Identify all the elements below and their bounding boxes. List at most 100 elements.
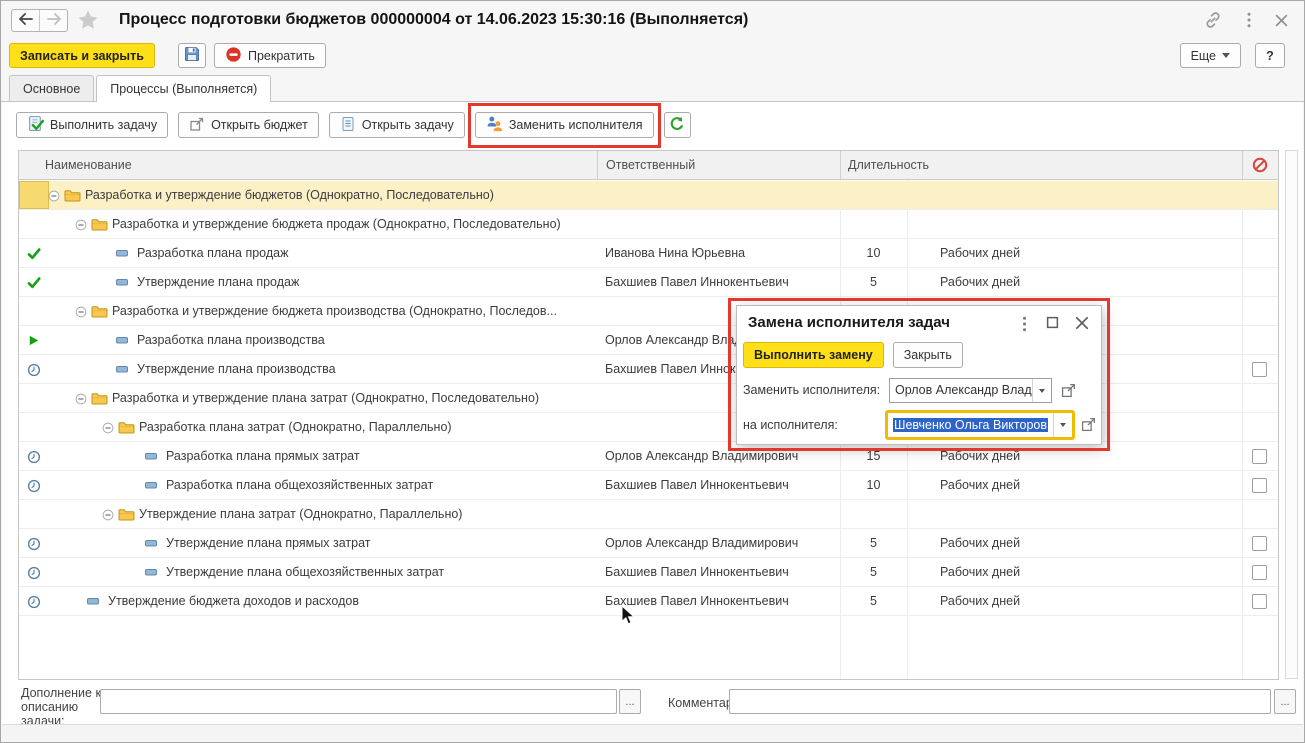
expander-minus-icon[interactable] bbox=[102, 509, 114, 521]
status-waiting-icon bbox=[27, 363, 41, 377]
open-replace-value-icon[interactable] bbox=[1061, 382, 1077, 398]
duration-unit: Рабочих дней bbox=[940, 246, 1021, 260]
duration-value: 10 bbox=[866, 478, 881, 492]
vertical-scrollbar[interactable] bbox=[1285, 150, 1298, 679]
tab-main-label: Основное bbox=[23, 81, 81, 96]
dialog-close-icon[interactable] bbox=[1075, 316, 1089, 330]
duration-unit: Рабочих дней bbox=[940, 275, 1021, 289]
expander-minus-icon[interactable] bbox=[48, 190, 60, 202]
table-row[interactable]: Разработка плана общехозяйственных затра… bbox=[19, 471, 1278, 500]
table-row[interactable]: Разработка и утверждение бюджета продаж … bbox=[19, 210, 1278, 239]
replace-executor-button[interactable]: Заменить исполнителя bbox=[474, 112, 654, 138]
expander-minus-icon[interactable] bbox=[102, 422, 114, 434]
table-row[interactable]: Утверждение плана прямых затрат Орлов Але… bbox=[19, 529, 1278, 558]
expander-minus-icon[interactable] bbox=[75, 306, 87, 318]
duration-unit: Рабочих дней bbox=[940, 449, 1021, 463]
table-row[interactable]: Утверждение плана продаж Бахшиев Павел Ин… bbox=[19, 268, 1278, 297]
column-header-duration[interactable]: Длительность bbox=[848, 151, 929, 179]
table-row[interactable]: Утверждение плана общехозяйственных затр… bbox=[19, 558, 1278, 587]
duration-value: 5 bbox=[870, 275, 877, 289]
tab-main[interactable]: Основное bbox=[9, 75, 95, 101]
task-dash-icon bbox=[145, 482, 157, 489]
open-task-button[interactable]: Открыть задачу bbox=[328, 112, 465, 138]
more-button[interactable]: Еще bbox=[1179, 43, 1241, 68]
forward-button[interactable] bbox=[39, 10, 67, 31]
tab-processes-label: Процессы (Выполняется) bbox=[110, 82, 258, 96]
open-budget-icon bbox=[189, 116, 205, 135]
folder-icon bbox=[118, 508, 135, 521]
execute-replace-button[interactable]: Выполнить замену bbox=[743, 342, 884, 368]
table-row[interactable]: Разработка плана прямых затрат Орлов Алек… bbox=[19, 442, 1278, 471]
row-checkbox[interactable] bbox=[1252, 449, 1267, 464]
prohibited-icon bbox=[1252, 157, 1268, 173]
row-checkbox[interactable] bbox=[1252, 362, 1267, 377]
expander-minus-icon[interactable] bbox=[75, 393, 87, 405]
open-to-value-icon[interactable] bbox=[1081, 416, 1097, 432]
more-caret-icon bbox=[1222, 53, 1230, 58]
addition-input[interactable] bbox=[100, 689, 617, 714]
row-checkbox[interactable] bbox=[1252, 594, 1267, 609]
group-name: Разработка и утверждение бюджета произво… bbox=[112, 304, 557, 318]
responsible: Иванова Нина Юрьевна bbox=[605, 246, 746, 260]
folder-icon bbox=[91, 218, 108, 231]
row-checkbox[interactable] bbox=[1252, 478, 1267, 493]
table-row[interactable]: Утверждение плана затрат (Однократно, Па… bbox=[19, 500, 1278, 529]
table-row[interactable]: Разработка плана продаж Иванова Нина Юрье… bbox=[19, 239, 1278, 268]
row-checkbox[interactable] bbox=[1252, 565, 1267, 580]
to-executor-combo[interactable]: Шевченко Ольга Викторов bbox=[885, 410, 1075, 440]
folder-icon bbox=[118, 421, 135, 434]
replace-executor-value: Орлов Александр Владим bbox=[895, 383, 1033, 397]
task-name: Разработка плана производства bbox=[137, 333, 325, 347]
open-budget-button[interactable]: Открыть бюджет bbox=[178, 112, 319, 138]
addition-more-button[interactable]: ... bbox=[619, 689, 641, 714]
task-dash-icon bbox=[145, 569, 157, 576]
execute-task-label: Выполнить задачу bbox=[50, 118, 158, 132]
dialog-kebab-menu-icon[interactable] bbox=[1021, 316, 1027, 332]
column-header-responsible[interactable]: Ответственный bbox=[606, 151, 695, 179]
stop-icon bbox=[225, 46, 242, 66]
table-row[interactable]: Разработка и утверждение бюджетов (Однок… bbox=[19, 181, 1278, 210]
table-row[interactable]: Утверждение бюджета доходов и расходов Ба… bbox=[19, 587, 1278, 616]
execute-task-button[interactable]: Выполнить задачу bbox=[16, 112, 169, 138]
dropdown-caret-icon[interactable] bbox=[1053, 413, 1072, 437]
expander-minus-icon[interactable] bbox=[75, 219, 87, 231]
save-and-close-button[interactable]: Записать и закрыть bbox=[9, 43, 155, 68]
window-close-icon[interactable] bbox=[1275, 14, 1288, 27]
task-name: Утверждение плана прямых затрат bbox=[166, 536, 371, 550]
replace-executor-dialog: Замена исполнителя задач Выполнить замен… bbox=[736, 305, 1102, 445]
task-name: Разработка плана прямых затрат bbox=[166, 449, 360, 463]
row-checkbox[interactable] bbox=[1252, 536, 1267, 551]
save-button[interactable] bbox=[178, 43, 206, 68]
duration-unit: Рабочих дней bbox=[940, 536, 1021, 550]
favorites-star-icon[interactable] bbox=[77, 9, 99, 31]
tab-processes[interactable]: Процессы (Выполняется) bbox=[96, 75, 272, 102]
responsible: Орлов Александр Владимирович bbox=[605, 536, 799, 550]
kebab-menu-icon[interactable] bbox=[1247, 12, 1251, 28]
stop-process-button[interactable]: Прекратить bbox=[214, 43, 326, 68]
link-icon[interactable] bbox=[1203, 10, 1223, 30]
duration-value: 5 bbox=[870, 565, 877, 579]
dropdown-caret-icon[interactable] bbox=[1032, 379, 1051, 402]
title-bar: Процесс подготовки бюджетов 000000004 от… bbox=[1, 1, 1304, 39]
refresh-button[interactable] bbox=[663, 112, 691, 138]
column-header-name[interactable]: Наименование bbox=[45, 151, 132, 179]
group-name: Разработка и утверждение бюджета продаж … bbox=[112, 217, 561, 231]
status-waiting-icon bbox=[27, 566, 41, 580]
comment-input[interactable] bbox=[729, 689, 1271, 714]
comment-more-button[interactable]: ... bbox=[1274, 689, 1296, 714]
task-dash-icon bbox=[87, 598, 99, 605]
replace-executor-label: Заменить исполнителя bbox=[508, 118, 643, 132]
duration-value: 10 bbox=[866, 246, 881, 260]
dialog-close-button[interactable]: Закрыть bbox=[892, 342, 963, 368]
duration-unit: Рабочих дней bbox=[940, 478, 1021, 492]
folder-icon bbox=[91, 305, 108, 318]
replace-executor-combo[interactable]: Орлов Александр Владим bbox=[889, 378, 1052, 403]
back-button[interactable] bbox=[12, 10, 39, 31]
save-floppy-icon bbox=[183, 45, 201, 66]
responsible: Бахшиев Павел Иннокентьевич bbox=[605, 565, 789, 579]
dialog-maximize-icon[interactable] bbox=[1045, 316, 1059, 329]
open-task-icon bbox=[340, 116, 356, 135]
help-button[interactable]: ? bbox=[1255, 43, 1285, 68]
task-name: Утверждение плана общехозяйственных затр… bbox=[166, 565, 445, 579]
status-done-icon bbox=[27, 247, 41, 261]
